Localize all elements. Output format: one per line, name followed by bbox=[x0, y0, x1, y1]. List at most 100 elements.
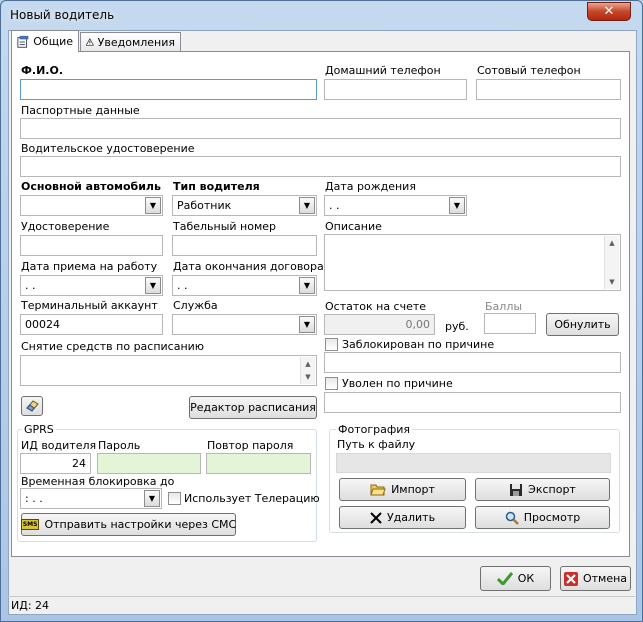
service-select[interactable]: ▼ bbox=[172, 314, 317, 335]
tab-notifications[interactable]: Уведомления bbox=[80, 32, 181, 51]
balance-label: Остаток на счете bbox=[325, 300, 427, 313]
fired-checkbox[interactable] bbox=[325, 377, 338, 390]
contract-end-value: . . bbox=[177, 279, 188, 292]
export-button[interactable]: Экспорт bbox=[475, 478, 610, 501]
repeat-password-input[interactable] bbox=[206, 453, 311, 474]
cell-phone-input[interactable] bbox=[476, 79, 621, 100]
sms-icon: SMS bbox=[20, 519, 40, 530]
home-phone-input[interactable] bbox=[324, 79, 467, 100]
driver-id-value: 24 bbox=[72, 457, 86, 470]
schedule-scrollbar[interactable]: ▲ ▼ bbox=[300, 357, 315, 384]
driver-id-label: ИД водителя bbox=[21, 439, 97, 452]
scheduled-withdrawal-textarea[interactable]: ▲ ▼ bbox=[20, 355, 317, 386]
password-label: Пароль bbox=[98, 439, 141, 452]
form-icon bbox=[17, 35, 29, 48]
tab-number-label: Табельный номер bbox=[173, 220, 277, 233]
tab-general[interactable]: Общие bbox=[11, 30, 79, 52]
chevron-down-icon[interactable]: ▼ bbox=[145, 277, 161, 294]
terminal-account-value: 00024 bbox=[25, 318, 60, 331]
temp-block-picker[interactable]: : . . ▼ bbox=[20, 488, 162, 509]
send-sms-label: Отправить настройки через СМС bbox=[44, 518, 237, 531]
cancel-x-icon bbox=[563, 571, 578, 586]
warning-icon bbox=[86, 38, 94, 46]
birth-date-value: . . bbox=[329, 199, 340, 212]
scroll-down-icon[interactable]: ▼ bbox=[301, 370, 315, 384]
fio-input[interactable] bbox=[20, 79, 317, 100]
telematics-checkbox[interactable] bbox=[168, 492, 181, 505]
fio-label: Ф.И.О. bbox=[21, 64, 64, 77]
fired-reason-input[interactable] bbox=[324, 392, 621, 413]
chevron-down-icon[interactable]: ▼ bbox=[299, 316, 315, 333]
contract-end-picker[interactable]: . . ▼ bbox=[172, 275, 317, 296]
view-label: Просмотр bbox=[523, 511, 581, 524]
balance-value: 0,00 bbox=[405, 318, 431, 331]
close-button[interactable]: ✕ bbox=[587, 2, 631, 21]
driver-type-select[interactable]: Работник ▼ bbox=[172, 195, 317, 216]
driver-type-value: Работник bbox=[177, 199, 232, 212]
scroll-up-icon[interactable]: ▲ bbox=[605, 236, 619, 250]
chevron-down-icon[interactable]: ▼ bbox=[299, 277, 315, 294]
scroll-down-icon[interactable]: ▼ bbox=[605, 275, 619, 289]
temp-block-label: Временная блокировка до bbox=[21, 475, 175, 488]
hire-date-picker[interactable]: . . ▼ bbox=[20, 275, 163, 296]
reset-button[interactable]: Обнулить bbox=[546, 313, 619, 336]
birth-date-picker[interactable]: . . ▼ bbox=[324, 195, 467, 216]
floppy-disk-icon bbox=[510, 483, 523, 496]
eraser-icon bbox=[26, 400, 39, 412]
balance-input: 0,00 bbox=[324, 314, 435, 335]
status-bar: ИД: 24 bbox=[8, 596, 635, 614]
license-input[interactable] bbox=[20, 156, 621, 177]
scheduled-withdrawal-label: Снятие средств по расписанию bbox=[21, 340, 205, 353]
schedule-icon-button[interactable] bbox=[21, 396, 43, 416]
description-textarea[interactable]: ▲ ▼ bbox=[324, 234, 621, 291]
description-scrollbar[interactable]: ▲ ▼ bbox=[604, 236, 619, 289]
import-label: Импорт bbox=[391, 483, 435, 496]
ok-button[interactable]: ОК bbox=[480, 566, 551, 591]
scroll-up-icon[interactable]: ▲ bbox=[301, 357, 315, 371]
license-label: Водительское удостоверение bbox=[21, 142, 195, 155]
driver-id-input[interactable]: 24 bbox=[20, 453, 91, 474]
balance-unit: руб. bbox=[445, 320, 469, 333]
chevron-down-icon[interactable]: ▼ bbox=[299, 197, 315, 214]
cell-phone-label: Сотовый телефон bbox=[477, 64, 581, 77]
schedule-editor-button[interactable]: Редактор расписания bbox=[189, 396, 317, 419]
main-car-select[interactable]: ▼ bbox=[20, 195, 163, 216]
reset-button-label: Обнулить bbox=[554, 318, 611, 331]
tab-general-label: Общие bbox=[33, 35, 73, 48]
view-button[interactable]: Просмотр bbox=[475, 506, 610, 529]
delete-label: Удалить bbox=[386, 511, 436, 524]
export-label: Экспорт bbox=[528, 483, 576, 496]
id-card-input[interactable] bbox=[20, 235, 163, 256]
birth-date-label: Дата рождения bbox=[325, 180, 416, 193]
import-button[interactable]: Импорт bbox=[339, 478, 466, 501]
passport-label: Паспортные данные bbox=[21, 104, 140, 117]
contract-end-label: Дата окончания договора bbox=[173, 260, 324, 273]
passport-input[interactable] bbox=[20, 118, 621, 139]
cancel-label: Отмена bbox=[582, 572, 628, 585]
magnifier-icon bbox=[505, 511, 519, 525]
points-input[interactable] bbox=[484, 313, 536, 334]
cancel-button[interactable]: Отмена bbox=[560, 566, 631, 591]
repeat-password-label: Повтор пароля bbox=[207, 439, 294, 452]
terminal-account-input[interactable]: 00024 bbox=[20, 314, 163, 335]
service-label: Служба bbox=[173, 299, 218, 312]
blocked-reason-input[interactable] bbox=[324, 352, 621, 373]
chevron-down-icon[interactable]: ▼ bbox=[144, 490, 160, 507]
blocked-checkbox[interactable] bbox=[325, 338, 338, 351]
delete-button[interactable]: Удалить bbox=[339, 506, 466, 529]
delete-x-icon bbox=[370, 511, 382, 524]
schedule-editor-label: Редактор расписания bbox=[190, 401, 316, 414]
photo-path-input bbox=[336, 453, 611, 473]
send-sms-button[interactable]: SMS Отправить настройки через СМС bbox=[20, 513, 237, 536]
status-text: ИД: 24 bbox=[11, 599, 50, 612]
window-title: Новый водитель bbox=[10, 8, 115, 22]
photo-group-title: Фотография bbox=[336, 423, 413, 436]
title-bar: Новый водитель ✕ bbox=[1, 1, 642, 27]
id-card-label: Удостоверение bbox=[21, 220, 110, 233]
close-icon: ✕ bbox=[603, 4, 615, 19]
tab-number-input[interactable] bbox=[172, 235, 317, 256]
password-input[interactable] bbox=[97, 453, 201, 474]
main-car-label: Основной автомобиль bbox=[21, 180, 161, 193]
chevron-down-icon[interactable]: ▼ bbox=[145, 197, 161, 214]
chevron-down-icon[interactable]: ▼ bbox=[449, 197, 465, 214]
